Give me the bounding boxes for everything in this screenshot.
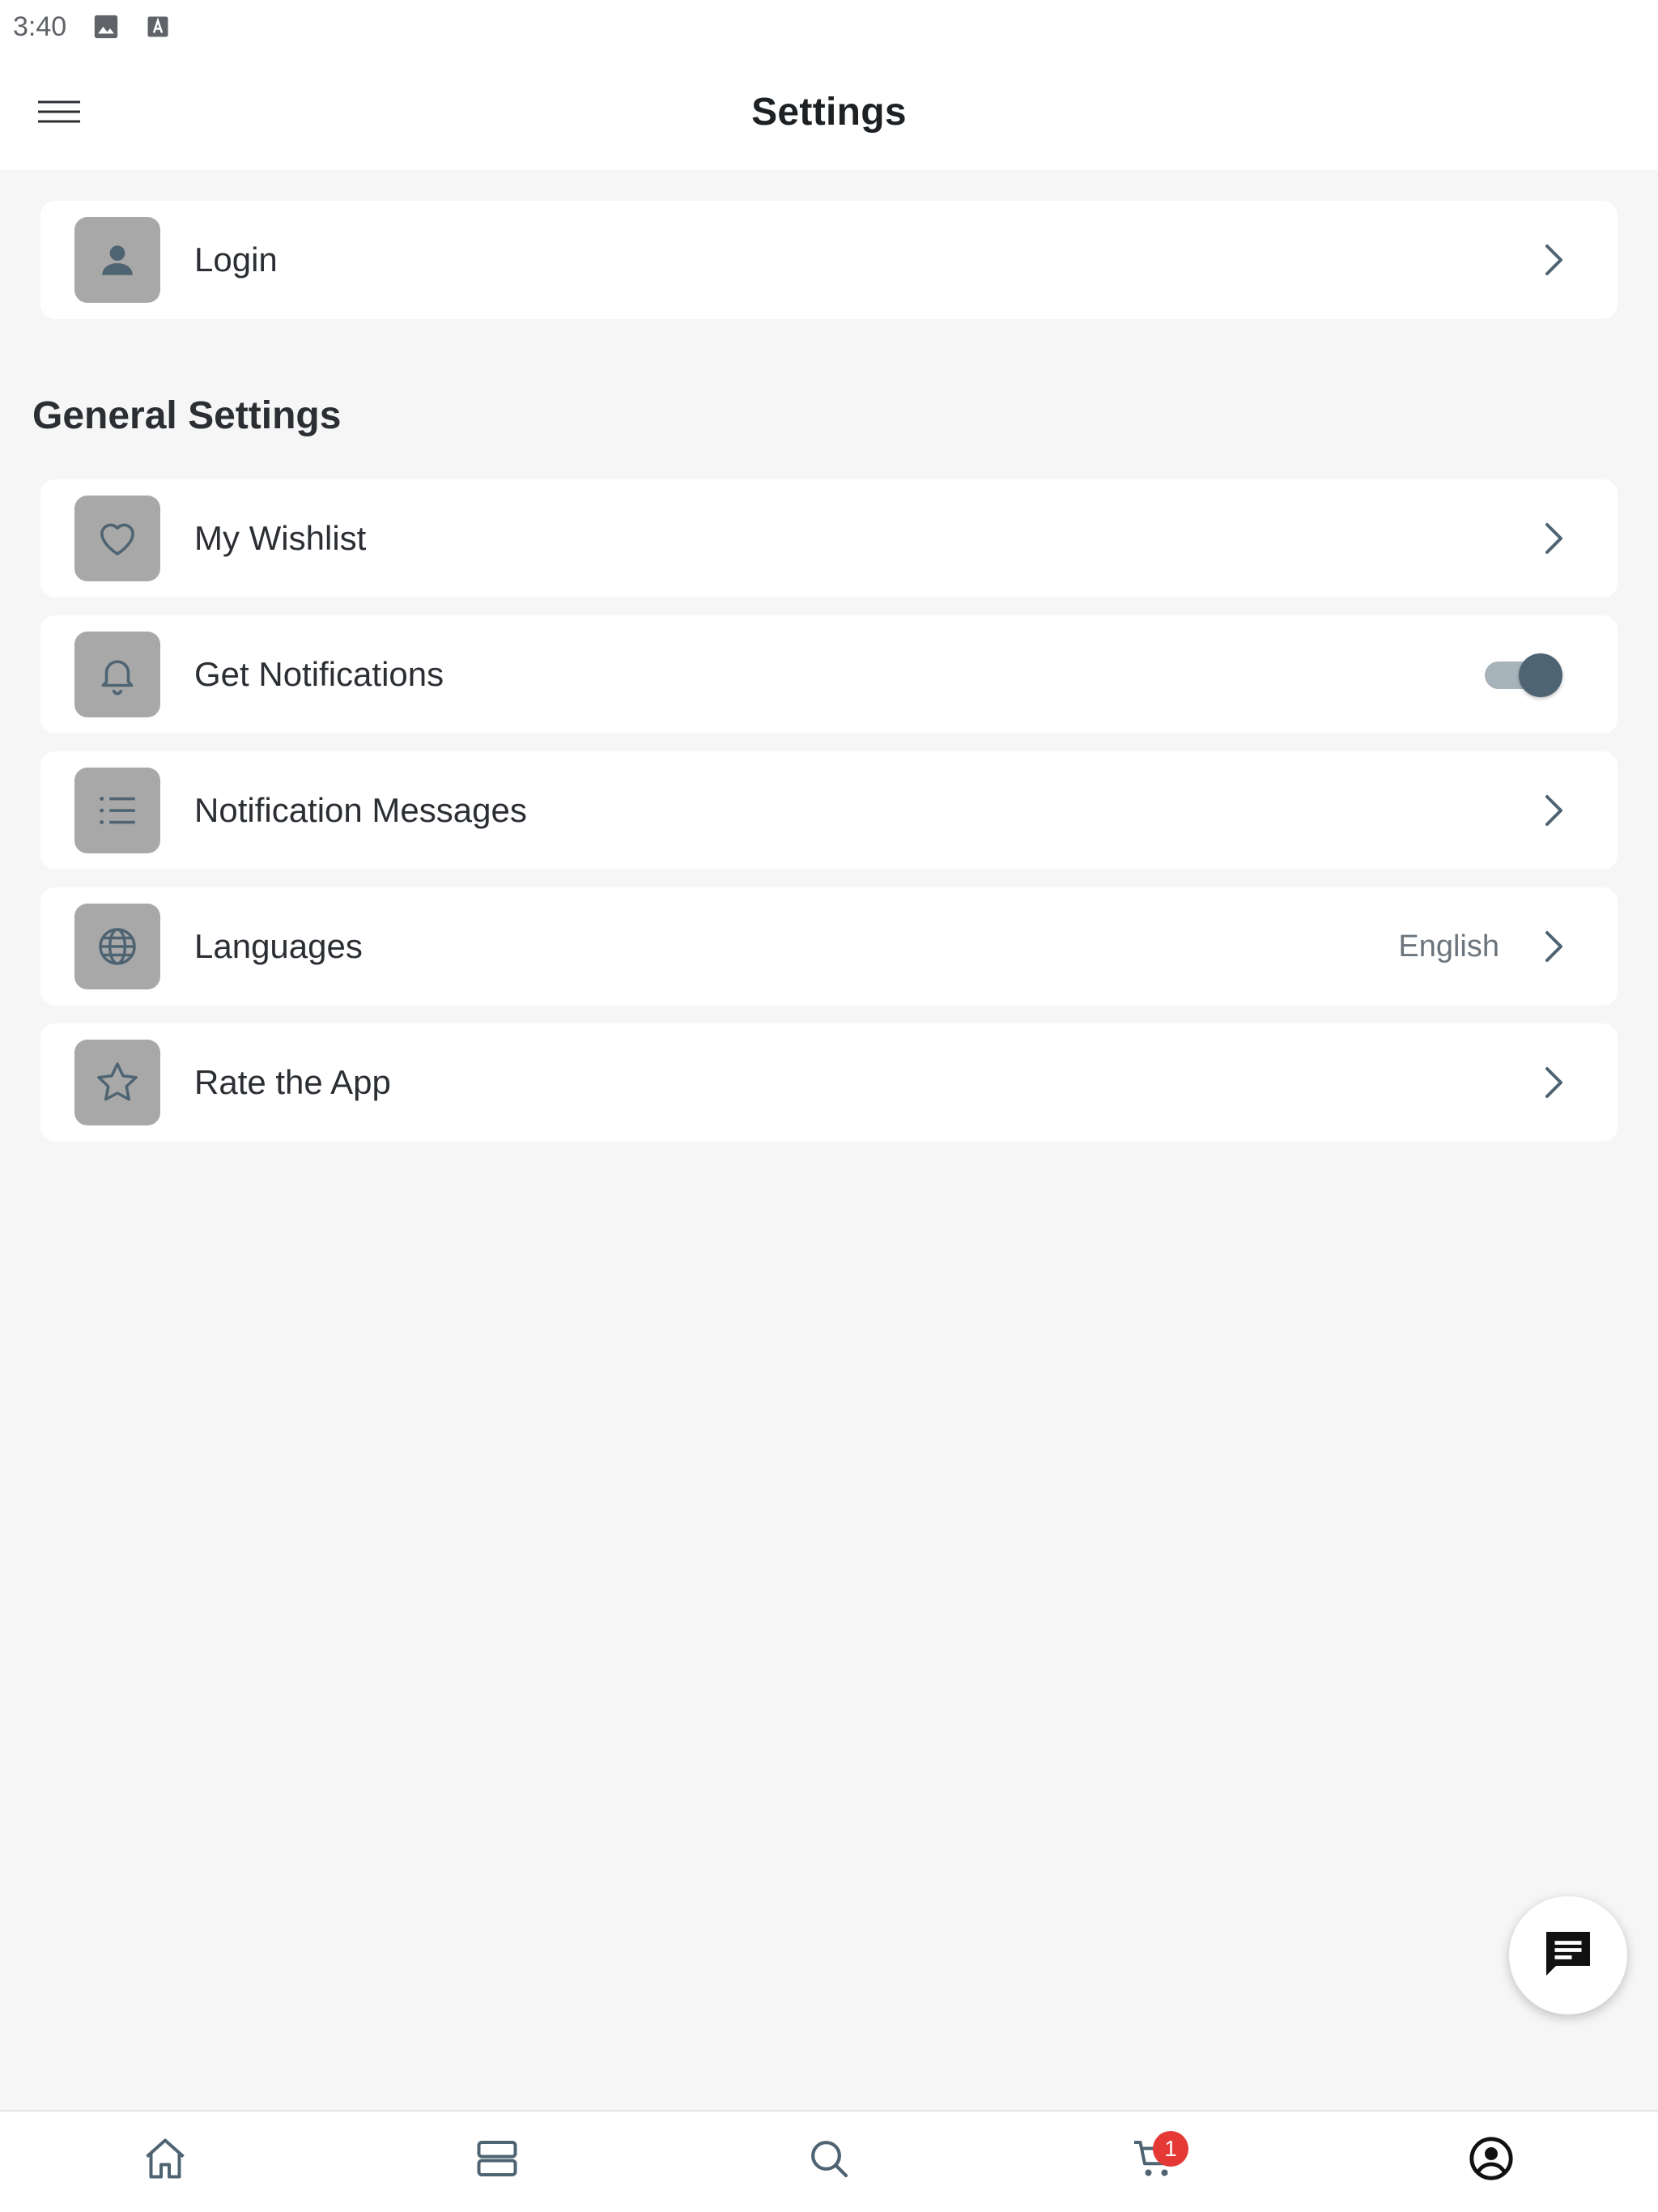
person-icon [74, 217, 160, 303]
list-icon [74, 768, 160, 853]
status-time: 3:40 [13, 11, 67, 42]
toggle-thumb [1519, 653, 1562, 697]
page-title: Settings [751, 90, 907, 134]
chevron-right-icon [1538, 927, 1571, 966]
bottom-navigation [0, 2110, 1658, 2212]
section-title: General Settings [32, 394, 342, 437]
heart-icon [74, 496, 160, 581]
chevron-right-icon [1538, 240, 1571, 279]
text-a-icon [144, 13, 172, 40]
notifications-toggle[interactable] [1485, 652, 1562, 697]
home-icon [141, 2134, 189, 2187]
notification-messages-item[interactable]: Notification Messages [40, 751, 1618, 870]
chat-button[interactable] [1509, 1896, 1627, 2014]
nav-home[interactable] [133, 2128, 198, 2193]
nav-account[interactable] [1459, 2128, 1524, 2193]
login-label: Login [194, 240, 278, 279]
rate-app-label: Rate the App [194, 1063, 391, 1101]
selected-language: English [1398, 929, 1499, 963]
notifications-label: Get Notifications [194, 655, 444, 693]
bell-icon [74, 632, 160, 717]
chevron-right-icon [1538, 1063, 1571, 1102]
nav-search[interactable] [797, 2128, 861, 2193]
status-bar: 3:40 [0, 0, 1658, 53]
languages-label: Languages [194, 927, 363, 965]
chevron-right-icon [1538, 519, 1571, 558]
cart-badge: 1 [1153, 2131, 1188, 2167]
account-icon [1468, 2135, 1515, 2186]
wishlist-label: My Wishlist [194, 519, 367, 557]
settings-screen: 3:40 Settings Login General Settings My … [0, 0, 1658, 2212]
app-bar: Settings [0, 53, 1658, 170]
hamburger-menu-icon[interactable] [29, 86, 89, 138]
categories-icon [473, 2134, 521, 2187]
chevron-right-icon [1538, 791, 1571, 830]
image-icon [92, 13, 120, 40]
nav-categories[interactable] [465, 2128, 529, 2193]
notification-messages-label: Notification Messages [194, 791, 527, 829]
notifications-item: Get Notifications [40, 615, 1618, 734]
star-icon [74, 1040, 160, 1125]
search-icon [806, 2136, 852, 2185]
rate-app-item[interactable]: Rate the App [40, 1023, 1618, 1142]
languages-item[interactable]: Languages English [40, 887, 1618, 1006]
wishlist-item[interactable]: My Wishlist [40, 479, 1618, 598]
chat-message-icon [1539, 1925, 1597, 1987]
globe-icon [74, 904, 160, 989]
login-card[interactable]: Login [40, 201, 1618, 319]
